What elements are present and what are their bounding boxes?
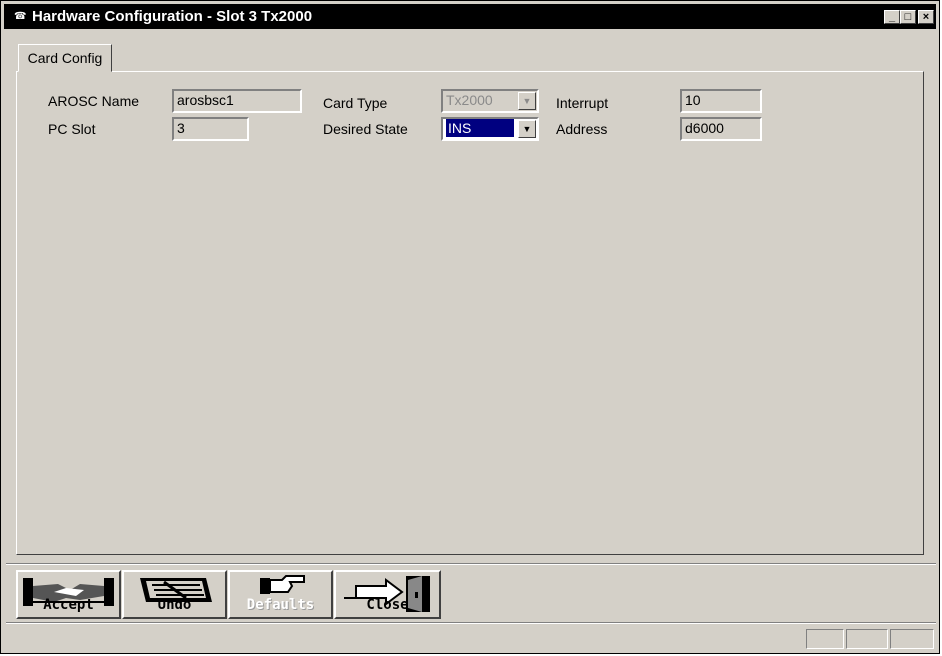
address-label: Address [556,121,608,137]
status-bar [6,626,936,650]
defaults-button: Defaults [228,570,333,619]
arosc-name-label: AROSC Name [48,93,140,109]
pc-slot-field[interactable]: 3 [172,117,249,141]
divider [6,622,936,624]
defaults-label: Defaults [246,597,315,613]
status-pane [890,629,934,649]
close-window-button[interactable]: × [918,10,934,24]
desired-state-label: Desired State [323,121,408,137]
card-type-value: Tx2000 [446,92,493,108]
accept-label: Accept [43,597,94,613]
card-type-label: Card Type [323,95,388,111]
accept-button[interactable]: Accept [16,570,121,619]
maximize-icon: □ [904,11,912,23]
telephone-icon[interactable]: ☎ [14,11,26,22]
undo-button[interactable]: Undo [122,570,227,619]
desired-state-combo[interactable]: INS ▼ [441,117,539,141]
arosc-name-field[interactable]: arosbsc1 [172,89,302,113]
interrupt-field[interactable]: 10 [680,89,762,113]
divider [6,563,936,565]
tab-card-config[interactable]: Card Config [18,44,112,72]
minimize-icon: _ [888,11,896,23]
window-title: Hardware Configuration - Slot 3 Tx2000 [32,8,313,25]
address-field[interactable]: d6000 [680,117,762,141]
minimize-button[interactable]: _ [884,10,900,24]
chevron-down-icon[interactable]: ▼ [518,120,536,138]
close-icon: × [922,11,930,23]
close-button[interactable]: Close [334,570,441,619]
pc-slot-label: PC Slot [48,121,96,137]
card-type-combo: Tx2000 ▼ [441,89,539,113]
status-pane [846,629,888,649]
title-bar[interactable]: ☎ Hardware Configuration - Slot 3 Tx2000… [4,4,936,29]
interrupt-label: Interrupt [556,95,609,111]
status-pane [806,629,844,649]
maximize-button[interactable]: □ [900,10,916,24]
undo-label: Undo [157,597,192,613]
app-window: ☎ Hardware Configuration - Slot 3 Tx2000… [0,0,940,654]
close-label: Close [366,597,409,613]
chevron-down-icon: ▼ [518,92,536,110]
desired-state-value: INS [446,119,514,137]
card-config-panel [16,71,924,555]
